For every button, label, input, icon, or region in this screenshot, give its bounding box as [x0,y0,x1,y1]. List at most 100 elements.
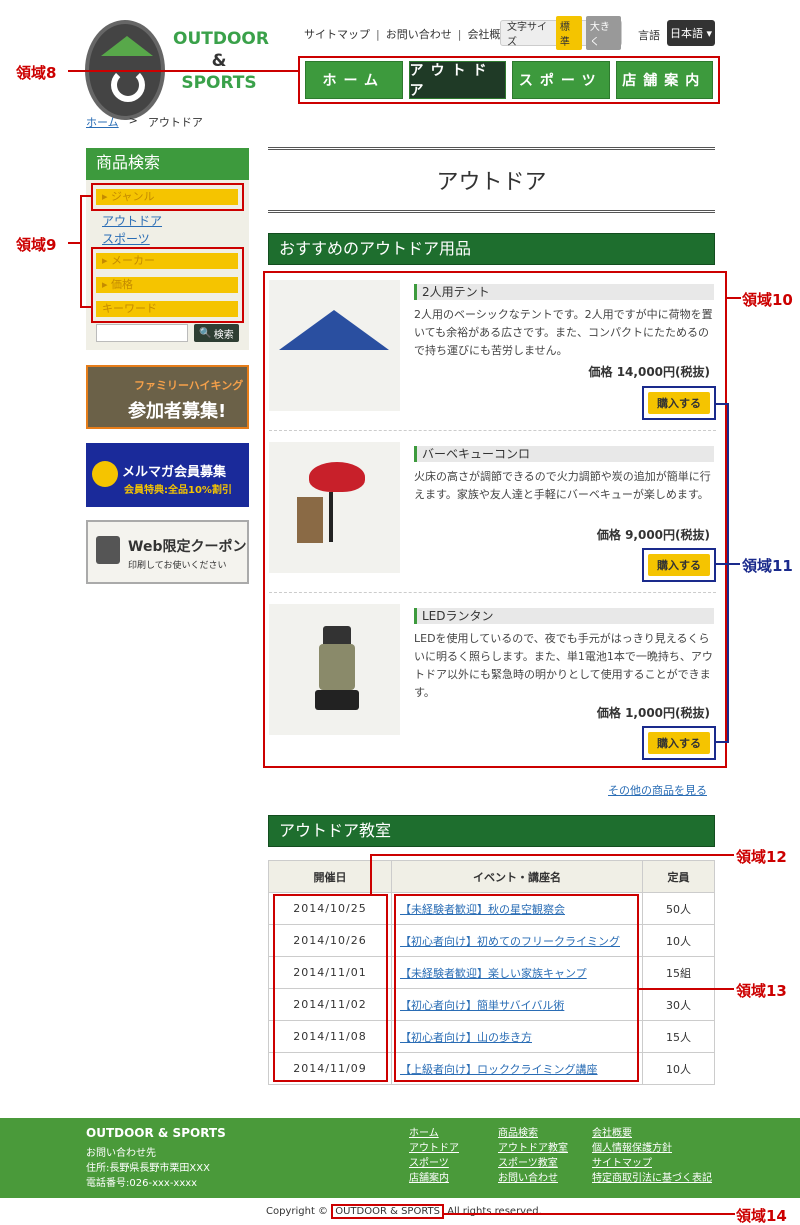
event-capacity: 15人 [642,1020,715,1053]
hiking-banner-subtitle: 参加者募集! [128,401,227,422]
genre-link-sports[interactable]: スポーツ [102,230,150,247]
region-box-13 [394,894,639,1082]
utility-links: サイトマップ | お問い合わせ | 会社概要 [304,26,511,42]
footer-brand: OUTDOOR & SPORTS [86,1126,226,1140]
copyright-prefix: Copyright © [266,1206,329,1217]
footer-col-1: ホーム アウトドア スポーツ 店舗案内 [409,1126,459,1186]
product-description: 火床の高さが調節できるので火力調節や炭の追加が簡単に行えます。家族や友人達と手軽… [414,470,711,501]
footer-link-outdoor-class[interactable]: アウトドア教室 [498,1141,568,1156]
footer-link-search[interactable]: 商品検索 [498,1126,568,1141]
language-dropdown[interactable]: 日本語 ▾ [667,20,715,46]
region-bracket-9 [80,195,82,308]
footer-link-privacy[interactable]: 個人情報保護方針 [592,1141,712,1156]
buy-button[interactable]: 購入する [648,554,710,576]
logo-line1: OUTDOOR [173,29,269,49]
region-line-14 [443,1213,735,1215]
coupon-banner[interactable]: Web限定クーポン 印刷してお使いください [86,520,249,584]
grill-bowl-shape [309,462,365,492]
footer-address-line: 住所:長野県長野市栗田XXX [86,1163,210,1174]
region-box-9a [91,183,244,211]
keyword-input[interactable] [96,324,188,342]
page-title: アウトドア [268,147,715,213]
newsletter-banner-subtitle: 会員特典:全品10%割引 [124,485,232,496]
region-label-11: 領域11 [742,557,793,575]
region-line-8 [68,70,298,72]
footer-col-2: 商品検索 アウトドア教室 スポーツ教室 お問い合わせ [498,1126,568,1186]
product-name: LEDランタン [414,608,714,624]
region-label-13: 領域13 [736,982,787,1000]
nav-stores[interactable]: 店舗案内 [615,61,713,99]
footer-link-sports-class[interactable]: スポーツ教室 [498,1156,568,1171]
product-price: 価格 9,000円(税抜) [596,528,710,542]
footer-link-outdoor[interactable]: アウトドア [409,1141,459,1156]
search-icon: 🔍 [199,327,212,339]
region-box-11: 購入する [642,548,716,582]
footer-link-sitemap[interactable]: サイトマップ [592,1156,712,1171]
coupon-banner-subtitle: 印刷してお使いください [128,561,227,571]
footer-link-sports[interactable]: スポーツ [409,1156,459,1171]
genre-link-outdoor[interactable]: アウトドア [102,212,162,229]
bbq-grill-image [269,442,400,573]
logo-ampersand: & [211,51,227,71]
sitemap-link[interactable]: サイトマップ [304,26,370,42]
nav-home[interactable]: ホーム [305,61,403,99]
shopping-bag-icon [96,536,120,564]
classes-heading: アウトドア教室 [268,815,715,847]
font-size-large-button[interactable]: 大きく [585,16,621,50]
nav-sports[interactable]: スポーツ [512,61,610,99]
carabiner-icon [111,68,145,102]
footer-address: お問い合わせ先 住所:長野県長野市栗田XXX 電話番号:026-xxx-xxxx [86,1146,210,1191]
region-box-11: 購入する [642,726,716,760]
buy-button[interactable]: 購入する [648,392,710,414]
newsletter-banner-title: メルマガ会員募集 [122,465,227,480]
more-products-link[interactable]: その他の商品を見る [608,782,707,798]
footer-link-contact[interactable]: お問い合わせ [498,1171,568,1186]
event-capacity: 30人 [642,988,715,1021]
product-description: LEDを使用しているので、夜でも手元がはっきり見えるくらいに明るく照らします。ま… [414,632,713,699]
mountain-icon [101,36,153,56]
footer-link-legal[interactable]: 特定商取引法に基づく表記 [592,1171,712,1186]
main-nav: ホーム アウトドア スポーツ 店舗案内 [298,56,720,104]
region-label-14: 領域14 [736,1207,787,1225]
region-label-10: 領域10 [742,291,793,309]
breadcrumb: ホーム > アウトドア [86,114,203,130]
footer-link-home[interactable]: ホーム [409,1126,459,1141]
footer-link-stores[interactable]: 店舗案内 [409,1171,459,1186]
event-capacity: 10人 [642,1052,715,1085]
region-box-9b [91,247,244,323]
product-name: 2人用テント [414,284,714,300]
region-box-11: 購入する [642,386,716,420]
region-line-12 [370,854,734,856]
breadcrumb-home[interactable]: ホーム [86,114,119,130]
tent-image [269,280,400,411]
coupon-banner-title: Web限定クーポン [128,539,247,555]
event-capacity: 15組 [642,956,715,989]
product-price: 価格 1,000円(税抜) [596,706,710,720]
footer-col-3: 会社概要 個人情報保護方針 サイトマップ 特定商取引法に基づく表記 [592,1126,712,1186]
product-search-title: 商品検索 [86,148,249,180]
hiking-banner[interactable]: ファミリーハイキング 参加者募集! [86,365,249,429]
copyright-brand: OUTDOOR & SPORTS [331,1204,445,1219]
site-logo[interactable]: OUTDOOR & SPORTS [85,20,269,125]
nav-outdoor[interactable]: アウトドア [408,61,506,99]
buy-button[interactable]: 購入する [648,732,710,754]
region-bracket-9-bottom [80,306,91,308]
breadcrumb-current: アウトドア [147,116,203,129]
copyright: Copyright © OUTDOOR & SPORTS All rights … [266,1204,542,1219]
font-size-standard-button[interactable]: 標準 [555,16,582,50]
event-capacity: 10人 [642,924,715,957]
logo-line3: SPORTS [181,73,257,93]
logo-text: OUTDOOR & SPORTS [173,28,269,94]
grill-leg-shape [329,492,333,542]
footer-link-company[interactable]: 会社概要 [592,1126,712,1141]
newsletter-banner[interactable]: メルマガ会員募集 会員特典:全品10%割引 [86,443,249,507]
contact-link[interactable]: お問い合わせ [386,26,452,42]
region-line-11c [716,563,740,565]
charcoal-bag-shape [297,497,323,543]
region-bracket-9-top [80,195,91,197]
search-button[interactable]: 🔍 検索 [194,324,239,342]
header-capacity: 定員 [642,860,715,893]
lantern-body-shape [319,644,355,690]
mail-icon [92,461,118,487]
region-bracket-11 [727,403,729,743]
